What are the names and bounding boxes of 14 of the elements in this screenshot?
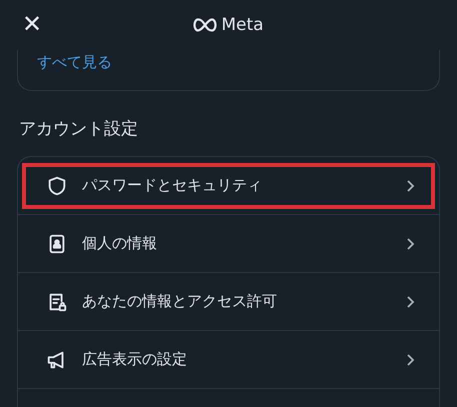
brand-name: Meta bbox=[221, 15, 264, 35]
settings-item[interactable]: あなたの情報とアクセス許可 bbox=[22, 278, 435, 324]
settings-item[interactable]: パスワードとセキュリティ bbox=[22, 162, 435, 208]
settings-item[interactable]: 広告表示の設定 bbox=[22, 336, 435, 382]
chevron-right-icon bbox=[406, 294, 415, 308]
section-title: アカウント設定 bbox=[19, 118, 139, 140]
settings-item[interactable]: 個人の情報 bbox=[22, 220, 435, 266]
close-button[interactable]: ✕ bbox=[18, 13, 46, 37]
chevron-right-icon bbox=[406, 178, 415, 192]
chevron-right-icon bbox=[406, 236, 415, 250]
infinity-logo-icon bbox=[193, 18, 218, 32]
chevron-right-icon bbox=[406, 352, 415, 366]
see-all-link[interactable]: すべて見る bbox=[37, 53, 112, 72]
shield-icon bbox=[46, 174, 68, 196]
